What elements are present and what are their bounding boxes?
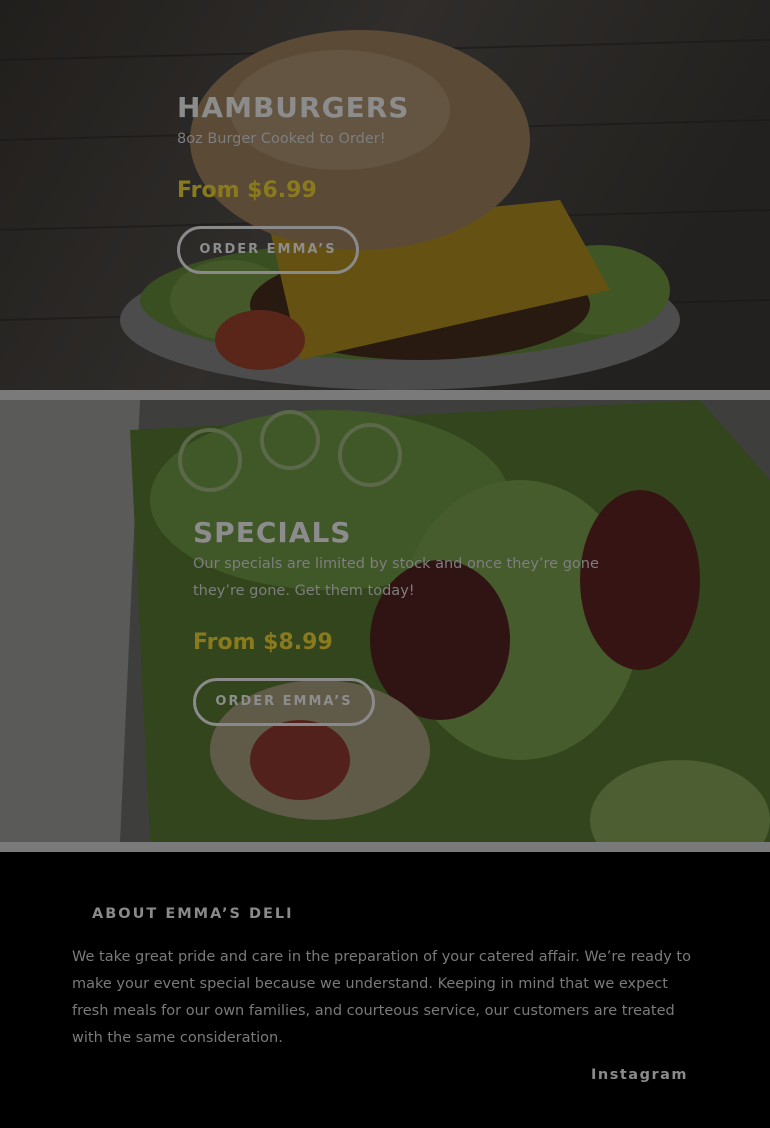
section-divider (0, 842, 770, 852)
section-description: Our specials are limited by stock and on… (193, 556, 599, 599)
order-button[interactable]: ORDER EMMA’S (177, 226, 359, 274)
order-button[interactable]: ORDER EMMA’S (193, 678, 375, 726)
footer: ABOUT EMMA’S DELI We take great pride an… (0, 852, 770, 1128)
section-title: HAMBURGERS (177, 91, 410, 124)
hamburgers-content: HAMBURGERS 8oz Burger Cooked to Order! F… (177, 90, 637, 274)
section-description: 8oz Burger Cooked to Order! (177, 131, 386, 147)
about-text: We take great pride and care in the prep… (72, 949, 691, 1046)
instagram-link[interactable]: Instagram (591, 1067, 688, 1083)
about-title: ABOUT EMMA’S DELI (92, 906, 294, 922)
section-price: From $8.99 (193, 630, 333, 655)
section-title: SPECIALS (193, 516, 352, 549)
section-price: From $6.99 (177, 178, 317, 203)
specials-content: SPECIALS Our specials are limited by sto… (193, 515, 643, 726)
section-divider (0, 390, 770, 400)
